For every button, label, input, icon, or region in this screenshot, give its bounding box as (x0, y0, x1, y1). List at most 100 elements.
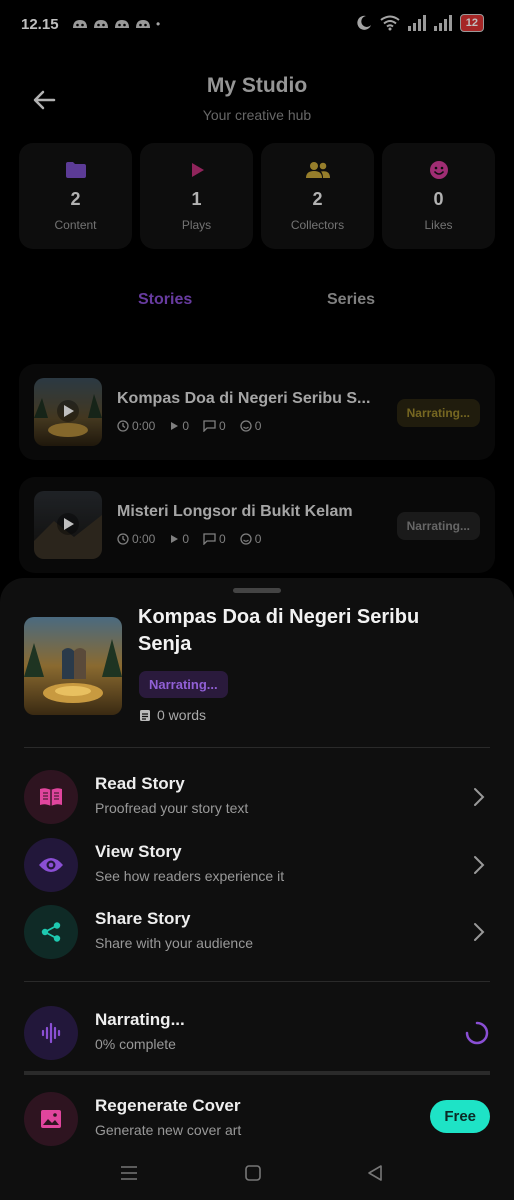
action-title: Read Story (95, 774, 185, 793)
duration-value: 0:00 (132, 532, 156, 546)
home-icon[interactable] (244, 1164, 262, 1182)
book-icon (40, 788, 62, 806)
smile-icon (429, 161, 448, 179)
audio-waveform-icon (41, 1022, 61, 1044)
duration-meta: 0:00 (117, 419, 155, 433)
narration-progress-bar (24, 1071, 490, 1075)
story-title: Misteri Longsor di Bukit Kelam (117, 503, 353, 520)
folder-icon (65, 162, 86, 178)
people-icon (305, 162, 330, 178)
read-story-icon-wrap (24, 770, 78, 824)
narrating-progress-text: 0% complete (95, 1036, 176, 1052)
action-title: Regenerate Cover (95, 1096, 241, 1115)
smile-icon (240, 420, 252, 432)
action-subtitle: See how readers experience it (95, 868, 285, 884)
story-title: Kompas Doa di Negeri Seribu S... (117, 390, 371, 407)
duration-value: 0:00 (132, 419, 156, 433)
comments-value: 0 (219, 532, 226, 546)
story-meta: 0:00 0 0 0 (117, 419, 261, 433)
narration-icon-wrap (24, 1006, 78, 1060)
regenerate-icon-wrap (24, 1092, 78, 1146)
free-badge: Free (430, 1100, 490, 1133)
action-subtitle: Share with your audience (95, 935, 253, 951)
plays-meta: 0 (169, 532, 189, 546)
stat-label: Content (54, 218, 97, 232)
comment-icon (203, 420, 216, 432)
story-thumbnail[interactable] (34, 491, 102, 559)
likes-meta: 0 (240, 419, 262, 433)
clock-icon (117, 420, 129, 432)
chevron-right-icon (474, 923, 485, 941)
notification-app-icon (136, 20, 150, 28)
share-icon (41, 922, 61, 942)
story-thumbnail[interactable] (34, 378, 102, 446)
likes-value: 0 (254, 532, 262, 546)
status-time: 12.15 (21, 16, 59, 33)
document-icon (140, 709, 150, 721)
play-icon (191, 163, 204, 177)
action-subtitle: Generate new cover art (95, 1122, 242, 1138)
stat-collectors: 2 Collectors (261, 143, 374, 249)
tab-stories[interactable]: Stories (138, 291, 192, 309)
share-story-button[interactable]: Share Story Share with your audience (24, 905, 490, 961)
stat-label: Likes (424, 218, 453, 232)
comment-icon (203, 533, 216, 545)
menu-icon[interactable] (120, 1165, 138, 1181)
view-story-button[interactable]: View Story See how readers experience it (24, 838, 490, 894)
plays-value: 0 (182, 419, 190, 433)
word-count: 0 words (139, 707, 206, 723)
comments-value: 0 (219, 419, 226, 433)
smile-icon (240, 533, 252, 545)
story-actions-sheet: Kompas Doa di Negeri Seribu Senja Narrat… (0, 578, 514, 1200)
stat-content: 2 Content (19, 143, 132, 249)
clock-icon (117, 533, 129, 545)
battery-icon: 12 (459, 14, 484, 32)
notification-app-icon (73, 20, 87, 28)
loading-spinner-icon (465, 1021, 489, 1045)
status-bar: 12.15 • 12 (0, 0, 514, 52)
drag-handle[interactable] (233, 588, 281, 593)
narrating-title: Narrating... (95, 1010, 185, 1029)
notification-app-icon (115, 20, 129, 28)
chevron-right-icon (474, 856, 485, 874)
back-icon[interactable] (366, 1164, 384, 1182)
story-card[interactable]: Misteri Longsor di Bukit Kelam 0:00 0 0 … (19, 477, 495, 573)
word-count-text: 0 words (157, 707, 207, 723)
signal-icon (433, 15, 452, 31)
page-title: My Studio (206, 74, 308, 97)
stat-value: 2 (312, 189, 323, 209)
stats-row: 2 Content 1 Plays 2 Collectors 0 Likes (19, 143, 495, 249)
stat-label: Plays (181, 218, 212, 232)
play-icon (171, 535, 179, 543)
regenerate-cover-button[interactable]: Regenerate Cover Generate new cover art (24, 1092, 490, 1148)
comments-meta: 0 (203, 419, 226, 433)
action-subtitle: Proofread your story text (95, 800, 249, 816)
stat-label: Collectors (290, 218, 345, 232)
duration-meta: 0:00 (117, 532, 155, 546)
narrating-status-row: Narrating... 0% complete (24, 1006, 490, 1062)
image-icon (41, 1110, 61, 1128)
action-title: Share Story (95, 909, 191, 928)
story-card[interactable]: Kompas Doa di Negeri Seribu S... 0:00 0 … (19, 364, 495, 460)
comments-meta: 0 (203, 532, 226, 546)
page-subtitle: Your creative hub (202, 107, 312, 123)
status-badge: Narrating... (396, 512, 480, 540)
status-badge: Narrating... (396, 399, 480, 427)
read-story-button[interactable]: Read Story Proofread your story text (24, 770, 490, 826)
notification-icons: • (72, 17, 160, 31)
view-story-icon-wrap (24, 838, 78, 892)
story-meta: 0:00 0 0 0 (117, 532, 261, 546)
more-notifications-dot: • (156, 17, 161, 31)
system-nav-bar (0, 1150, 514, 1196)
signal-icon (407, 15, 426, 31)
plays-value: 0 (182, 532, 190, 546)
chevron-right-icon (474, 788, 485, 806)
divider (24, 747, 490, 748)
likes-meta: 0 (240, 532, 262, 546)
wifi-icon (380, 15, 400, 31)
notification-app-icon (94, 20, 108, 28)
stat-plays: 1 Plays (140, 143, 253, 249)
moon-icon (357, 15, 371, 30)
tab-series[interactable]: Series (327, 291, 375, 309)
likes-value: 0 (254, 419, 262, 433)
